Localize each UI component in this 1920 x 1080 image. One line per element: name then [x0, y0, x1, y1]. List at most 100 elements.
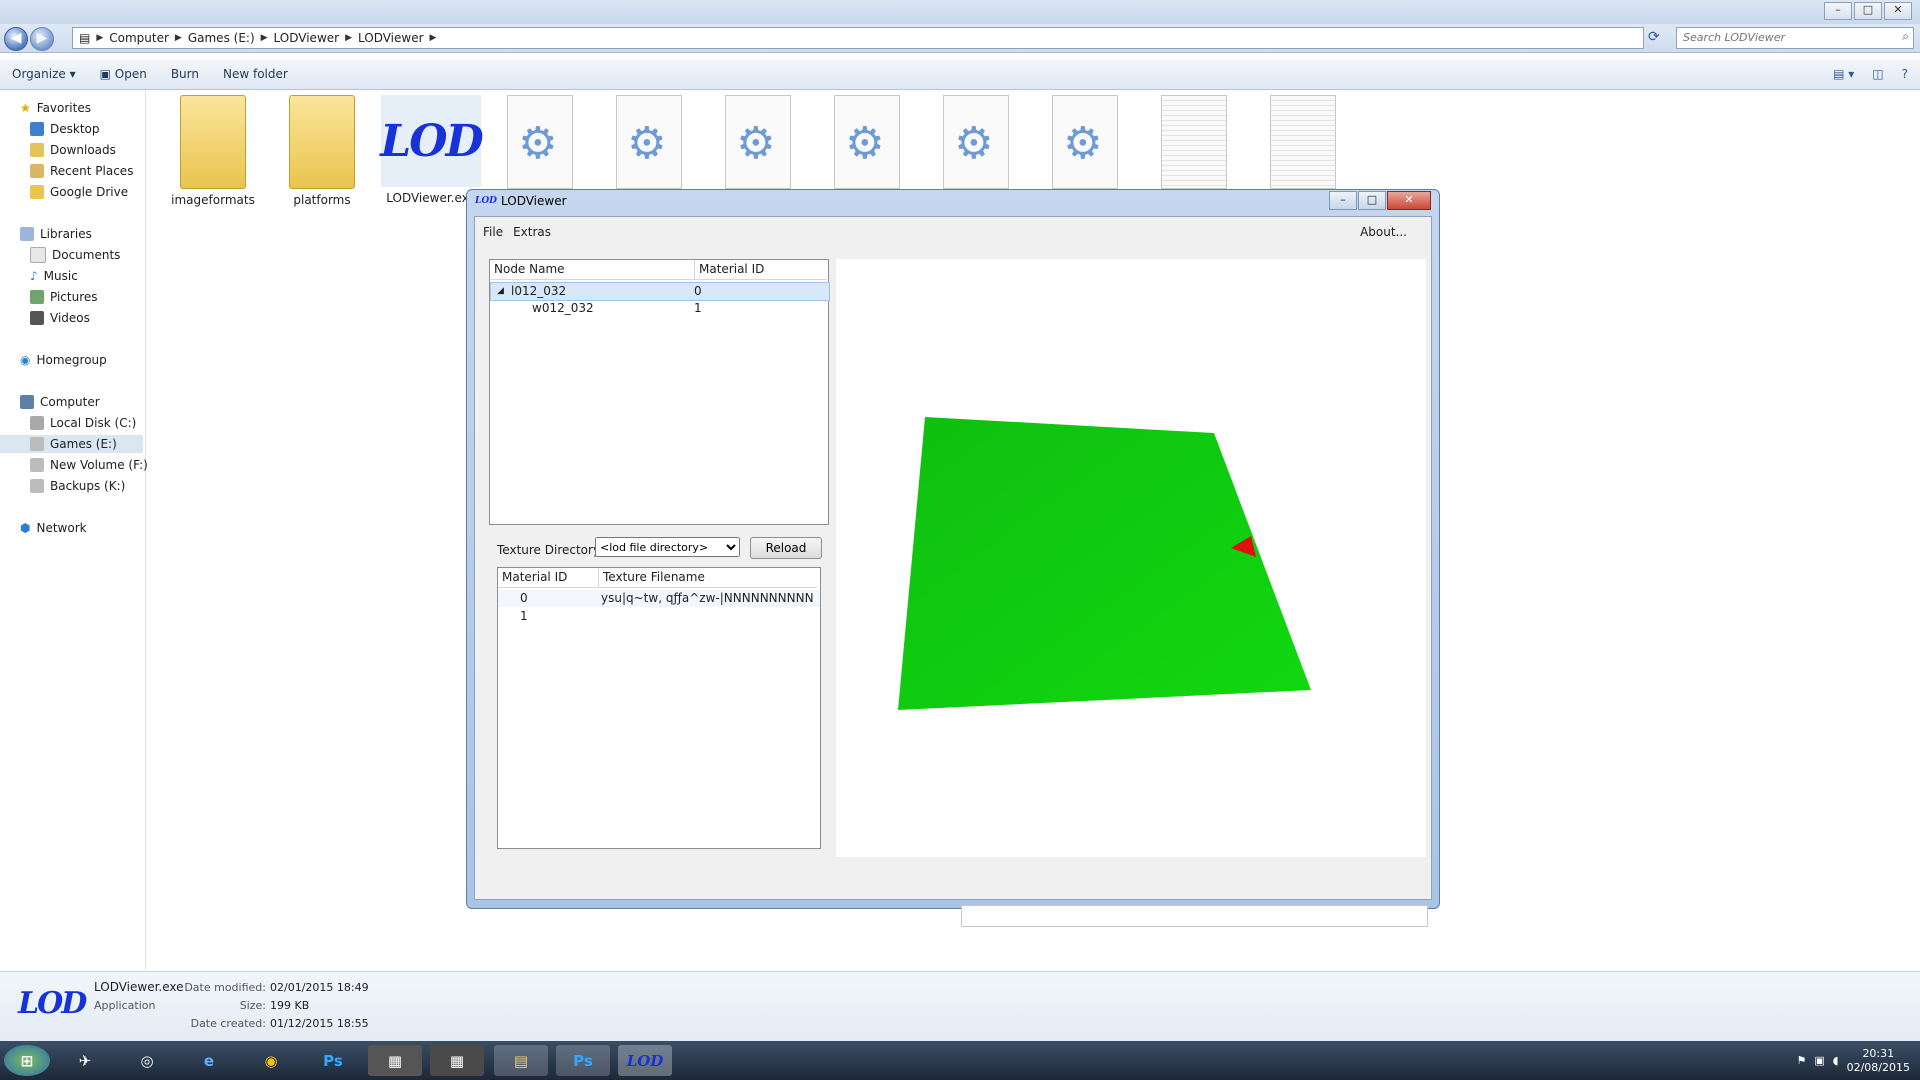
details-created-label: Date created: [190, 1017, 266, 1030]
tray-volume-icon[interactable]: ◖ [1833, 1054, 1839, 1067]
file-dll[interactable]: ⚙ [926, 95, 1026, 189]
taskbar-internet-explorer-icon[interactable]: e [182, 1045, 236, 1076]
texture-table[interactable]: Material ID Texture Filename 0 ysu|q~tw,… [497, 567, 821, 849]
taskbar-lodviewer-icon[interactable]: LOD [618, 1045, 672, 1076]
sidebar-item-local-disk[interactable]: Local Disk (C:) [30, 414, 136, 432]
3d-viewport[interactable] [836, 259, 1426, 857]
file-imageformats[interactable]: imageformats [163, 95, 263, 207]
sidebar-item-desktop[interactable]: Desktop [30, 120, 100, 138]
maximize-button[interactable]: □ [1854, 2, 1882, 20]
details-pane: LOD LODViewer.exe Application Date modif… [0, 971, 1920, 1042]
lodviewer-maximize-button[interactable]: □ [1358, 191, 1386, 210]
sidebar-item-homegroup[interactable]: ◉ Homegroup [20, 351, 107, 369]
command-bar: Organize ▾ ▣ Open Burn New folder ▤ ▾ ◫ … [0, 59, 1920, 90]
back-button[interactable]: ◀ [4, 27, 28, 51]
menu-extras[interactable]: Extras [513, 225, 551, 239]
table-row[interactable]: 1 [498, 608, 820, 625]
minimize-button[interactable]: – [1824, 2, 1852, 20]
start-button[interactable]: ⊞ [4, 1045, 50, 1076]
tray-network-icon[interactable]: ▣ [1814, 1054, 1824, 1067]
new-folder-button[interactable]: New folder [211, 67, 300, 81]
taskbar-chrome-icon[interactable]: ◉ [244, 1045, 298, 1076]
texture-material-id: 1 [520, 609, 528, 623]
search-icon[interactable]: ⌕ [1902, 29, 1909, 44]
explorer-title-bar: – □ ✕ [0, 0, 1920, 24]
node-tree[interactable]: Node Name Material ID ◢ l012_032 0 w012_… [489, 259, 830, 525]
address-bar[interactable]: ▤ ▶ Computer ▶ Games (E:) ▶ LODViewer ▶ … [72, 27, 1644, 49]
sidebar-item-new-volume[interactable]: New Volume (F:) [30, 456, 148, 474]
breadcrumb-lodviewer-current[interactable]: LODViewer [352, 31, 430, 45]
file-dll[interactable]: ⚙ [1035, 95, 1135, 189]
tray-flag-icon[interactable]: ⚑ [1797, 1054, 1807, 1067]
sidebar-item-documents[interactable]: Documents [30, 246, 120, 264]
open-button[interactable]: ▣ Open [88, 67, 159, 81]
file-platforms[interactable]: platforms [272, 95, 372, 207]
sidebar-item-network[interactable]: ⬢ Network [20, 519, 87, 537]
clock[interactable]: 20:31 02/08/2015 [1847, 1047, 1910, 1075]
taskbar-app-icon[interactable]: ◎ [120, 1045, 174, 1076]
taskbar-photoshop-active-icon[interactable]: Ps [556, 1045, 610, 1076]
sidebar-item-libraries[interactable]: Libraries [20, 225, 92, 243]
sidebar-item-downloads[interactable]: Downloads [30, 141, 116, 159]
reload-button[interactable]: Reload [750, 537, 822, 559]
expand-arrow-icon[interactable]: ◢ [497, 283, 504, 300]
texture-header-material-id[interactable]: Material ID [498, 568, 599, 588]
file-dll[interactable]: ⚙ [708, 95, 808, 189]
taskbar-game-icon[interactable]: ▦ [368, 1045, 422, 1076]
taskbar-photoshop-icon[interactable]: Ps [306, 1045, 360, 1076]
sidebar-item-recent-places[interactable]: Recent Places [30, 162, 133, 180]
taskbar-explorer-icon[interactable]: ▤ [494, 1045, 548, 1076]
drive-icon [30, 458, 44, 472]
taskbar-game-icon[interactable]: ▦ [430, 1045, 484, 1076]
organize-button[interactable]: Organize ▾ [0, 67, 88, 81]
search-input[interactable] [1677, 28, 1889, 46]
lodviewer-close-button[interactable]: ✕ [1387, 191, 1431, 210]
sidebar-item-computer[interactable]: Computer [20, 393, 100, 411]
google-drive-icon [30, 185, 44, 199]
taskbar-airplane-icon[interactable]: ✈ [58, 1045, 112, 1076]
refresh-icon[interactable]: ⟳ [1648, 29, 1660, 45]
texture-filename[interactable]: ysu|q~tw, qƒƒa^zw-|NNNNNNNNNN... [601, 590, 813, 607]
clock-time: 20:31 [1862, 1046, 1895, 1060]
sidebar-item-favorites[interactable]: ★ Favorites [20, 99, 91, 117]
search-box[interactable]: ⌕ [1676, 27, 1914, 49]
file-dll[interactable]: ⚙ [599, 95, 699, 189]
preview-pane-icon[interactable]: ◫ [1872, 67, 1883, 81]
file-document[interactable] [1144, 95, 1244, 189]
address-row: ◀ ▶ ▤ ▶ Computer ▶ Games (E:) ▶ LODViewe… [0, 24, 1920, 53]
tree-header-material-id[interactable]: Material ID [695, 260, 827, 280]
tree-node-name: w012_032 [532, 301, 594, 315]
sidebar-item-google-drive[interactable]: Google Drive [30, 183, 128, 201]
details-created-value: 01/12/2015 18:55 [270, 1017, 369, 1030]
texture-header-filename[interactable]: Texture Filename [599, 568, 817, 588]
breadcrumb-computer[interactable]: Computer [103, 31, 175, 45]
sidebar-item-music[interactable]: ♪ Music [30, 267, 78, 285]
lodviewer-minimize-button[interactable]: – [1329, 191, 1357, 210]
sidebar-item-games[interactable]: Games (E:) [0, 435, 143, 453]
close-button[interactable]: ✕ [1884, 2, 1912, 20]
view-options-icon[interactable]: ▤ ▾ [1833, 67, 1854, 81]
file-dll[interactable]: ⚙ [817, 95, 917, 189]
file-dll[interactable]: ⚙ [490, 95, 590, 189]
about-button[interactable]: About... [1360, 225, 1407, 239]
breadcrumb-games[interactable]: Games (E:) [182, 31, 261, 45]
clock-date: 02/08/2015 [1846, 1060, 1910, 1074]
tree-row[interactable]: w012_032 1 [490, 300, 828, 317]
help-icon[interactable]: ? [1902, 67, 1908, 81]
file-document[interactable] [1253, 95, 1353, 189]
file-lodviewer-exe[interactable]: LOD LODViewer.exe [380, 95, 484, 205]
burn-button[interactable]: Burn [159, 67, 211, 81]
sidebar-item-pictures[interactable]: Pictures [30, 288, 98, 306]
texture-directory-select[interactable]: <lod file directory> [595, 537, 740, 557]
sidebar-item-videos[interactable]: Videos [30, 309, 90, 327]
breadcrumb-lodviewer[interactable]: LODViewer [268, 31, 346, 45]
table-row[interactable]: 0 ysu|q~tw, qƒƒa^zw-|NNNNNNNNNN... [498, 590, 820, 607]
sidebar-item-backups[interactable]: Backups (K:) [30, 477, 125, 495]
forward-button[interactable]: ▶ [30, 27, 54, 51]
computer-icon [20, 395, 34, 409]
tree-row[interactable]: ◢ l012_032 0 [490, 282, 830, 301]
gear-icon: ⚙ [725, 95, 791, 189]
menu-file[interactable]: File [483, 225, 503, 239]
gear-icon: ⚙ [1052, 95, 1118, 189]
tree-header-node-name[interactable]: Node Name [490, 260, 695, 280]
